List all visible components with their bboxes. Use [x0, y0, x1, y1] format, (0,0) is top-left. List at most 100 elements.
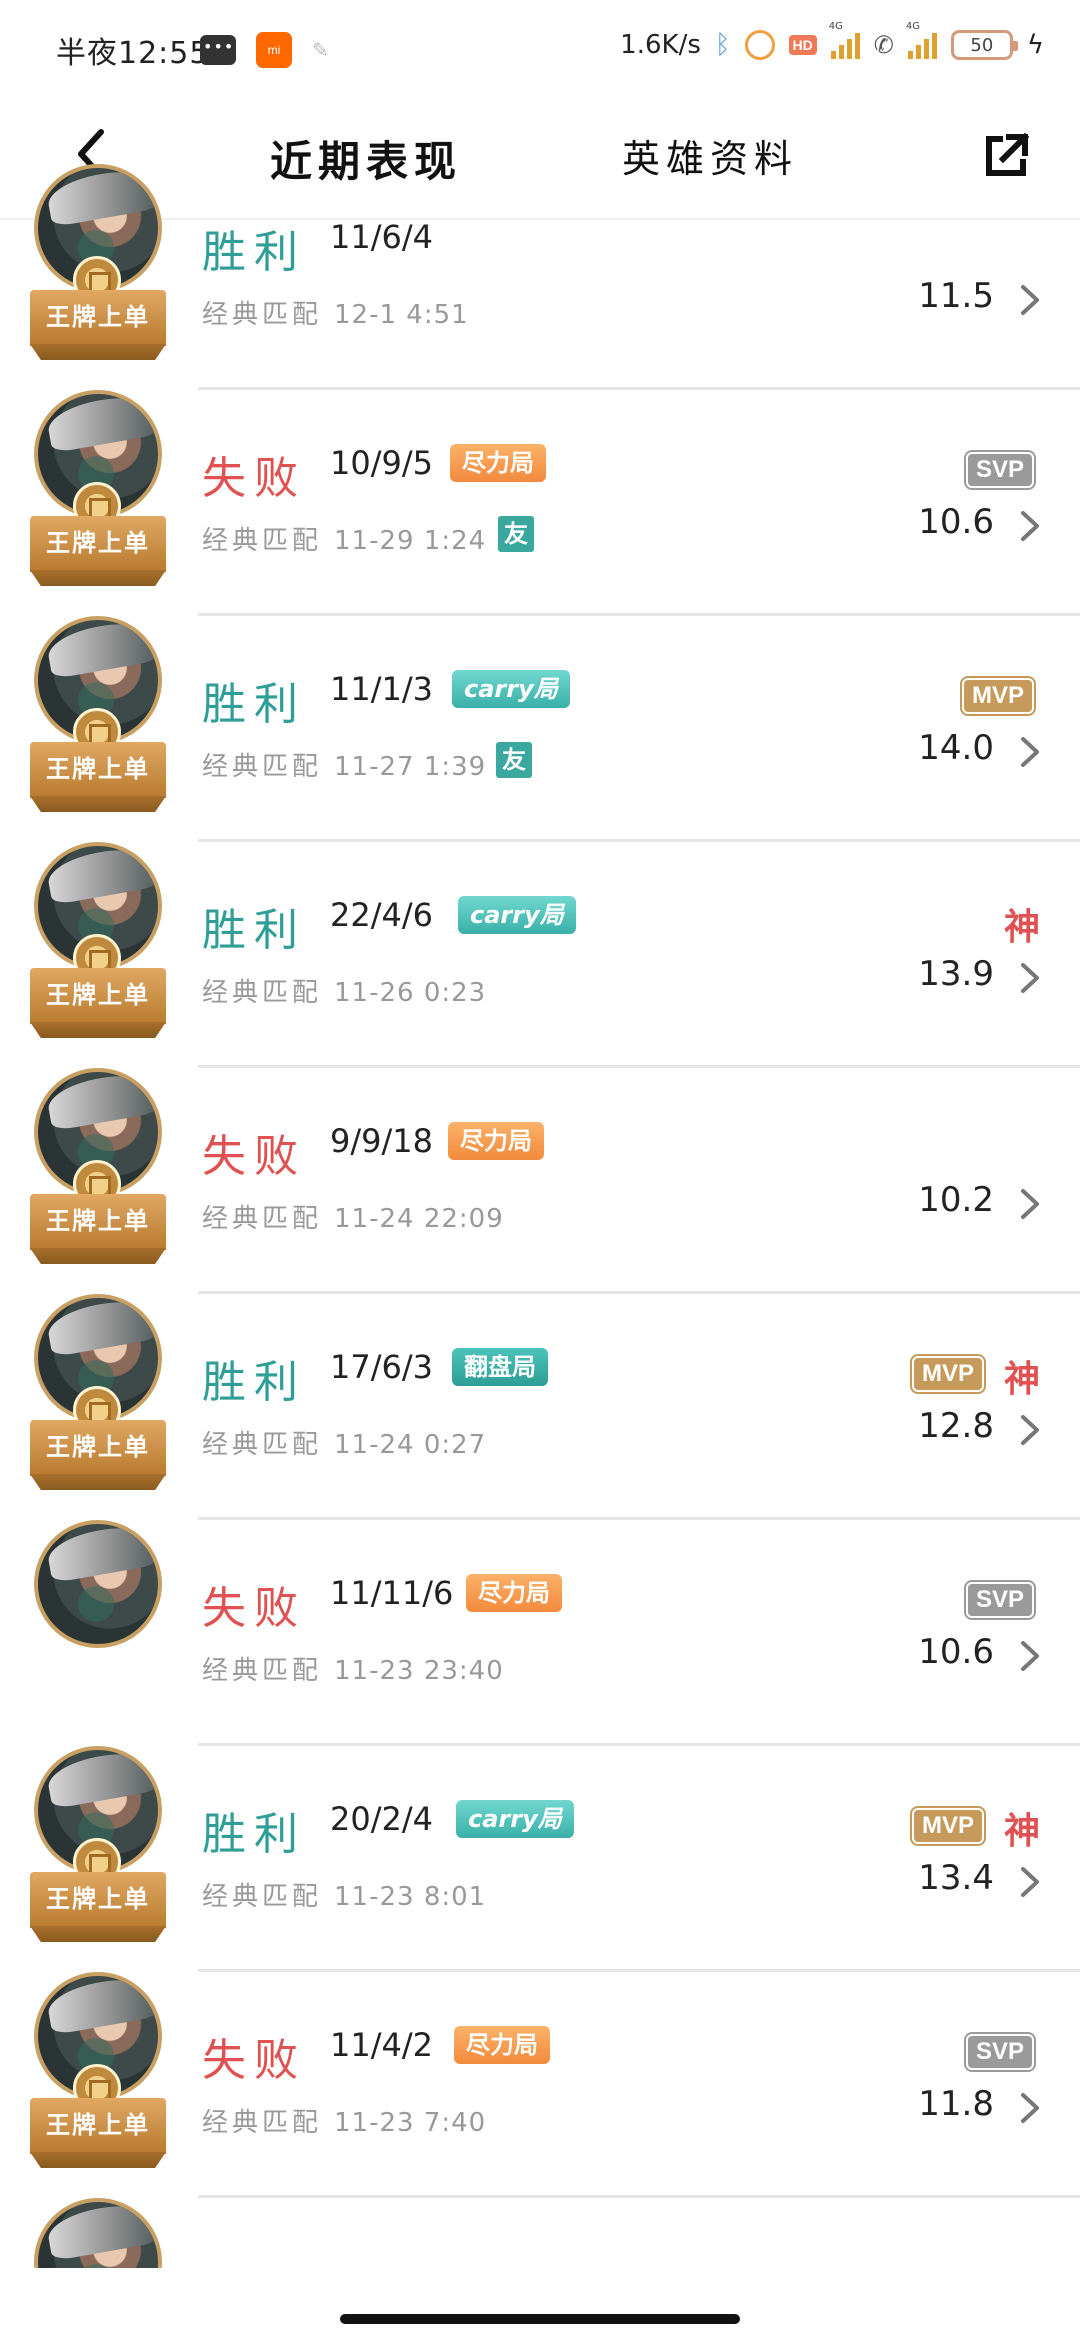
hero-portrait: [34, 1520, 162, 1648]
match-row[interactable]: 王牌上单 胜利 20/2/4 carry局 经典匹配 11-23 8:01 MVP 神 13.4: [0, 1746, 1080, 1972]
feather-icon: ✎: [312, 38, 329, 62]
ace-ribbon: 王牌上单: [30, 2098, 166, 2154]
battery-icon: 50: [950, 30, 1018, 60]
friend-badge: 友: [498, 516, 534, 552]
match-tag: 尽力局: [454, 2026, 550, 2064]
match-time: 11-24 0:27: [334, 1430, 487, 1460]
match-row[interactable]: 失败 11/11/6 尽力局经典匹配 11-23 23:40 SVP 10.6: [0, 1520, 1080, 1746]
match-time: 11-23 7:40: [334, 2108, 487, 2138]
match-result: 失败: [202, 1583, 306, 1634]
game-mode: 经典匹配: [202, 2108, 323, 2138]
alarm-icon: [744, 30, 775, 60]
hero-avatar: 王牌上单: [30, 842, 170, 1042]
hero-avatar: 王牌上单: [30, 1972, 170, 2172]
match-score: 10.6: [918, 1632, 994, 1672]
match-score: 11.5: [918, 276, 994, 316]
kda: 11/11/6: [330, 1574, 454, 1612]
chevron-right-icon: [1021, 963, 1039, 993]
match-row[interactable]: 王牌上单 失败 9/9/18 尽力局 经典匹配 11-24 22:09 10.2: [0, 1068, 1080, 1294]
mvp-badge: MVP: [961, 678, 1034, 714]
hero-avatar: 王牌上单: [30, 390, 170, 590]
match-tag: 尽力局: [466, 1574, 562, 1612]
match-info: 经典匹配 11-23 7:40: [202, 2102, 486, 2139]
kda: 20/2/4: [330, 1800, 433, 1838]
match-tag: 尽力局: [448, 1122, 544, 1160]
match-row[interactable]: 王牌上单 胜利 22/4/6 carry局经典匹配 11-26 0:23 神 13.9: [0, 842, 1080, 1068]
match-row[interactable]: 王牌上单 失败 11/4/2 尽力局 经典匹配 11-23 7:40 SVP 11.8: [0, 1972, 1080, 2198]
chevron-right-icon: [1021, 511, 1039, 541]
signal-icon: 4G: [829, 21, 860, 59]
match-score: 11.8: [918, 2084, 994, 2124]
match-result: 失败: [202, 2035, 306, 2086]
match-tag: carry局: [458, 896, 576, 934]
match-score: 10.6: [918, 502, 994, 542]
match-row-partial[interactable]: [0, 2198, 1080, 2268]
god-badge: 神: [1003, 1810, 1040, 1852]
game-mode: 经典匹配: [202, 300, 323, 330]
chevron-right-icon: [1021, 737, 1039, 767]
match-result: 胜利: [202, 679, 306, 730]
game-mode: 经典匹配: [202, 1882, 323, 1912]
signal-icon-2: 4G: [906, 21, 937, 59]
chevron-right-icon: [1021, 1867, 1039, 1897]
match-result: 失败: [202, 453, 306, 504]
ace-ribbon: 王牌上单: [30, 1872, 166, 1928]
network-speed: 1.6K/s: [620, 30, 701, 60]
mi-app-icon: mi: [256, 32, 292, 68]
ace-ribbon: 王牌上单: [30, 742, 166, 798]
hd-icon: HD: [788, 35, 817, 55]
message-icon: [200, 35, 236, 65]
status-bar: 半夜12:55 mi ✎ 1.6K/s ᛒ HD 4G ✆ 4G 50 ϟ: [0, 0, 1080, 100]
match-score: 13.4: [918, 1858, 994, 1898]
game-mode: 经典匹配: [202, 1656, 323, 1686]
hero-avatar: 王牌上单: [30, 616, 170, 816]
mvp-badge: MVP: [911, 1356, 984, 1392]
god-badge: 神: [1003, 1358, 1040, 1400]
match-result: 胜利: [202, 905, 306, 956]
match-info: 经典匹配 12-1 4:51: [202, 294, 469, 331]
kda: 22/4/6: [330, 896, 433, 934]
match-result: 失败: [202, 1131, 306, 1182]
bluetooth-icon: ᛒ: [714, 30, 731, 60]
match-result: 胜利: [202, 1357, 306, 1408]
notification-icons: mi ✎: [200, 32, 329, 68]
match-info: 经典匹配 11-29 1:24: [202, 520, 486, 557]
match-score: 10.2: [918, 1180, 994, 1220]
match-row[interactable]: 王牌上单 失败 10/9/5 尽力局 经典匹配 11-29 1:24 友 SVP 10.6: [0, 390, 1080, 616]
match-time: 11-24 22:09: [334, 1204, 504, 1234]
kda: 11/1/3: [330, 670, 433, 708]
match-tag: carry局: [452, 670, 570, 708]
svp-badge: SVP: [965, 2034, 1034, 2070]
match-time: 11-27 1:39: [334, 752, 487, 782]
chevron-right-icon: [1021, 2093, 1039, 2123]
chevron-right-icon: [1021, 1641, 1039, 1671]
match-result: 胜利: [202, 1809, 306, 1860]
match-info: 经典匹配 11-27 1:39: [202, 746, 486, 783]
status-time: 半夜12:55: [56, 36, 210, 71]
game-mode: 经典匹配: [202, 1204, 323, 1234]
match-row[interactable]: 王牌上单 胜利 17/6/3 翻盘局 经典匹配 11-24 0:27 MVP 神 12.8: [0, 1294, 1080, 1520]
ace-ribbon: 王牌上单: [30, 968, 166, 1024]
hero-portrait: [34, 2198, 162, 2268]
ace-ribbon: 王牌上单: [30, 290, 166, 346]
match-score: 14.0: [918, 728, 994, 768]
game-mode: 经典匹配: [202, 1430, 323, 1460]
match-time: 11-23 23:40: [334, 1656, 504, 1686]
match-time: 12-1 4:51: [334, 300, 469, 330]
match-time: 11-23 8:01: [334, 1882, 487, 1912]
home-indicator[interactable]: [340, 2314, 740, 2324]
mvp-badge: MVP: [911, 1808, 984, 1844]
match-info: 经典匹配 11-26 0:23: [202, 972, 486, 1009]
match-tag: 翻盘局: [452, 1348, 548, 1386]
god-badge: 神: [1003, 906, 1040, 948]
system-icons: 1.6K/s ᛒ HD 4G ✆ 4G 50 ϟ: [620, 21, 1044, 60]
hero-avatar: 王牌上单: [30, 1068, 170, 1268]
kda: 10/9/5: [330, 444, 433, 482]
match-info: 经典匹配 11-23 23:40: [202, 1650, 504, 1687]
hero-avatar: 王牌上单: [30, 1294, 170, 1494]
match-time: 11-29 1:24: [334, 526, 487, 556]
match-score: 13.9: [918, 954, 994, 994]
match-row[interactable]: 王牌上单 胜利 11/1/3 carry局 经典匹配 11-27 1:39 友 MVP 14.0: [0, 616, 1080, 842]
svp-badge: SVP: [965, 1582, 1034, 1618]
match-row[interactable]: 王牌上单 胜利 11/6/4 经典匹配 12-1 4:51 11.5: [0, 164, 1080, 390]
